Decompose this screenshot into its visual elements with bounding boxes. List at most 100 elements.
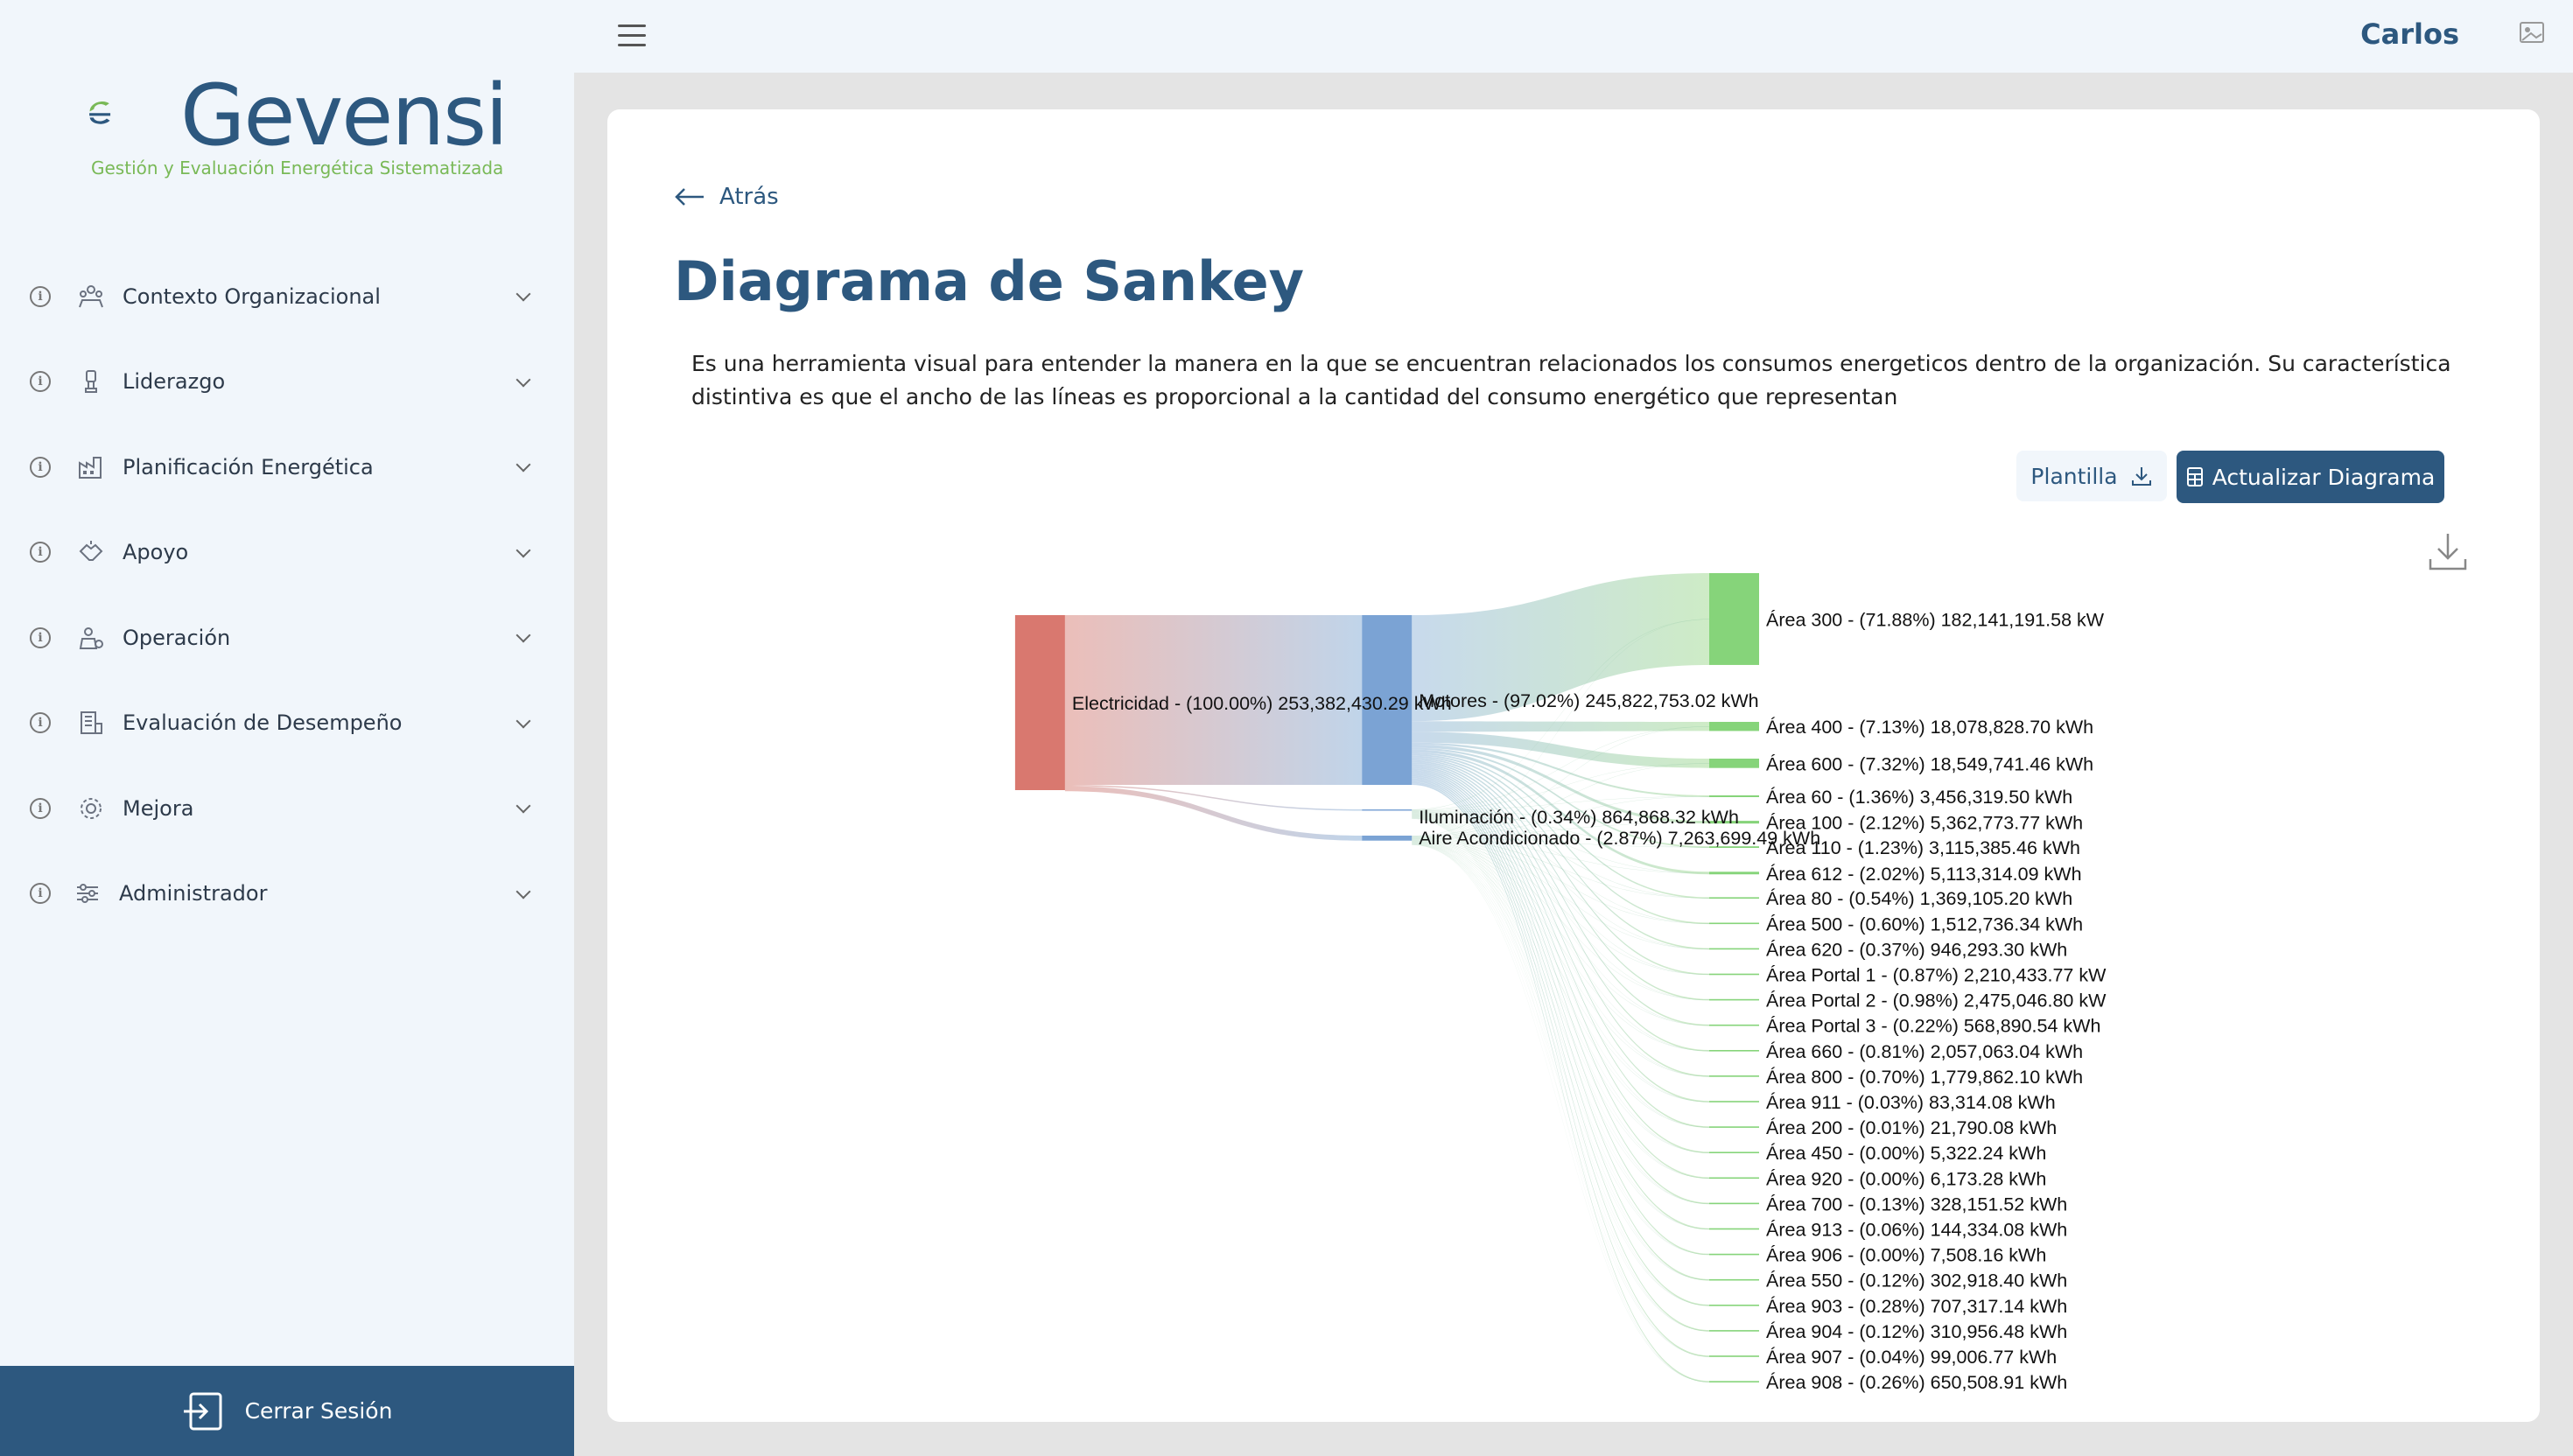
sankey-node-target (1709, 1177, 1760, 1180)
sidebar-item-label: Apoyo (123, 540, 189, 565)
sankey-link (1412, 814, 1710, 1077)
sidebar-item-label: Mejora (123, 795, 194, 821)
sankey-label: Área 911 - (0.03%) 83,314.08 kWh (1766, 1091, 2056, 1113)
sankey-link (1412, 768, 1710, 1153)
sankey-node-target (1709, 1126, 1760, 1128)
sankey-link (1412, 838, 1710, 924)
sidebar-item-administrador[interactable]: i Administrador (0, 851, 574, 937)
logout-button[interactable]: Cerrar Sesión (0, 1366, 574, 1456)
sankey-link (1412, 815, 1710, 1153)
sankey-label: Área 200 - (0.01%) 21,790.08 kWh (1766, 1116, 2057, 1138)
sankey-label: Área 700 - (0.13%) 328,151.52 kWh (1766, 1193, 2067, 1214)
back-button[interactable]: Atrás (674, 184, 779, 210)
sankey-link (1412, 837, 1710, 848)
sidebar-nav: i Contexto Organizacional i Liderazgo i … (0, 254, 574, 936)
sidebar-item-label: Administrador (119, 881, 268, 906)
sankey-link (1412, 760, 1710, 1026)
sankey-label: Área 904 - (0.12%) 310,956.48 kWh (1766, 1320, 2067, 1342)
avatar[interactable] (2517, 18, 2552, 52)
sankey-node-target (1709, 1381, 1760, 1382)
info-icon[interactable]: i (30, 456, 51, 478)
sankey-label: Área 660 - (0.81%) 2,057,063.04 kWh (1766, 1040, 2083, 1062)
info-icon[interactable]: i (30, 371, 51, 393)
sankey-link (1412, 816, 1710, 1179)
download-chart-icon[interactable] (2428, 531, 2468, 571)
download-icon (2131, 467, 2151, 486)
sankey-node-target (1709, 1228, 1760, 1230)
sankey-link (1412, 749, 1710, 875)
sankey-link (1064, 615, 1363, 786)
user-name[interactable]: Carlos (2360, 18, 2459, 51)
sankey-link (1412, 842, 1710, 1204)
sankey-link (1412, 619, 1710, 836)
info-icon[interactable]: i (30, 285, 51, 307)
sankey-label: Área 908 - (0.26%) 650,508.91 kWh (1766, 1371, 2067, 1393)
sankey-link (1412, 757, 1710, 976)
brand-name: Gevensi (180, 66, 508, 164)
sankey-node-target (1709, 1202, 1760, 1205)
sankey-link (1412, 755, 1710, 950)
info-icon[interactable]: i (30, 712, 51, 734)
sankey-link (1412, 839, 1710, 975)
sidebar-item-contexto-organizacional[interactable]: i Contexto Organizacional (0, 254, 574, 340)
sankey-label: Área Portal 2 - (0.98%) 2,475,046.80 kW (1766, 990, 2107, 1012)
sidebar-item-operacion[interactable]: i Operación (0, 595, 574, 681)
sidebar-item-evaluacion-de-desempeno[interactable]: i Evaluación de Desempeño (0, 681, 574, 766)
sankey-node-target (1709, 1101, 1760, 1102)
chevron-down-icon (515, 372, 531, 387)
sankey-node-target (1709, 1355, 1760, 1357)
info-icon[interactable]: i (30, 797, 51, 819)
sidebar-item-label: Contexto Organizacional (123, 284, 381, 309)
sankey-node-target (1709, 998, 1760, 1001)
sankey-node-aire (1362, 836, 1413, 841)
template-download-button[interactable]: Plantilla (2016, 451, 2167, 501)
sankey-link (1412, 837, 1710, 874)
sankey-label: Área 920 - (0.00%) 6,173.28 kWh (1766, 1167, 2046, 1189)
sankey-link (1412, 842, 1710, 1179)
logout-icon (183, 1392, 222, 1430)
sankey-label: Área 620 - (0.37%) 946,293.30 kWh (1766, 938, 2067, 960)
sankey-link (1412, 844, 1710, 1306)
sankey-link (1412, 783, 1710, 1382)
hamburger-icon[interactable] (618, 24, 646, 47)
sidebar-item-mejora[interactable]: i Mejora (0, 766, 574, 851)
sankey-link (1412, 763, 1710, 837)
sankey-link (1412, 818, 1710, 1357)
sankey-link (1412, 816, 1710, 1255)
sankey-label: Área 60 - (1.36%) 3,456,319.50 kWh (1766, 786, 2072, 808)
update-diagram-button[interactable]: Actualizar Diagrama (2177, 451, 2444, 503)
sankey-link (1412, 813, 1710, 975)
sankey-label: Área 100 - (2.12%) 5,362,773.77 kWh (1766, 812, 2083, 834)
sankey-node-target (1709, 1253, 1760, 1256)
sankey-node-target (1709, 1075, 1760, 1077)
sidebar-item-planificacion-energetica[interactable]: i Planificación Energética (0, 424, 574, 510)
arrow-left-icon (675, 188, 704, 206)
sankey-link (1412, 778, 1710, 1306)
sidebar-item-liderazgo[interactable]: i Liderazgo (0, 340, 574, 425)
sankey-node-iluminacion (1362, 809, 1413, 811)
sankey-label: Área 907 - (0.04%) 99,006.77 kWh (1766, 1346, 2057, 1368)
sankey-link (1412, 844, 1710, 1382)
sankey-link (1412, 841, 1710, 1128)
sankey-link (1412, 811, 1710, 899)
sankey-link (1412, 812, 1710, 924)
sliders-icon (74, 879, 102, 907)
page-title: Diagrama de Sankey (674, 249, 1305, 313)
info-icon[interactable]: i (30, 626, 51, 648)
sankey-node-target (1709, 897, 1760, 899)
sidebar-item-label: Evaluación de Desempeño (123, 710, 403, 736)
sankey-link (1412, 817, 1710, 1306)
info-icon[interactable]: i (30, 542, 51, 564)
info-icon[interactable]: i (30, 883, 51, 905)
sidebar-item-apoyo[interactable]: i Apoyo (0, 510, 574, 596)
sankey-link (1412, 841, 1710, 1102)
sankey-label: Área 913 - (0.06%) 144,334.08 kWh (1766, 1219, 2067, 1241)
sankey-label: Iluminación - (0.34%) 864,868.32 kWh (1419, 807, 1739, 828)
sankey-link (1412, 817, 1710, 1332)
sankey-link (1412, 815, 1710, 1102)
chevron-down-icon (515, 542, 531, 557)
sankey-link (1412, 813, 1710, 1026)
sankey-link (1412, 795, 1710, 837)
sankey-link (1412, 774, 1710, 1230)
sankey-node-target (1709, 759, 1760, 768)
